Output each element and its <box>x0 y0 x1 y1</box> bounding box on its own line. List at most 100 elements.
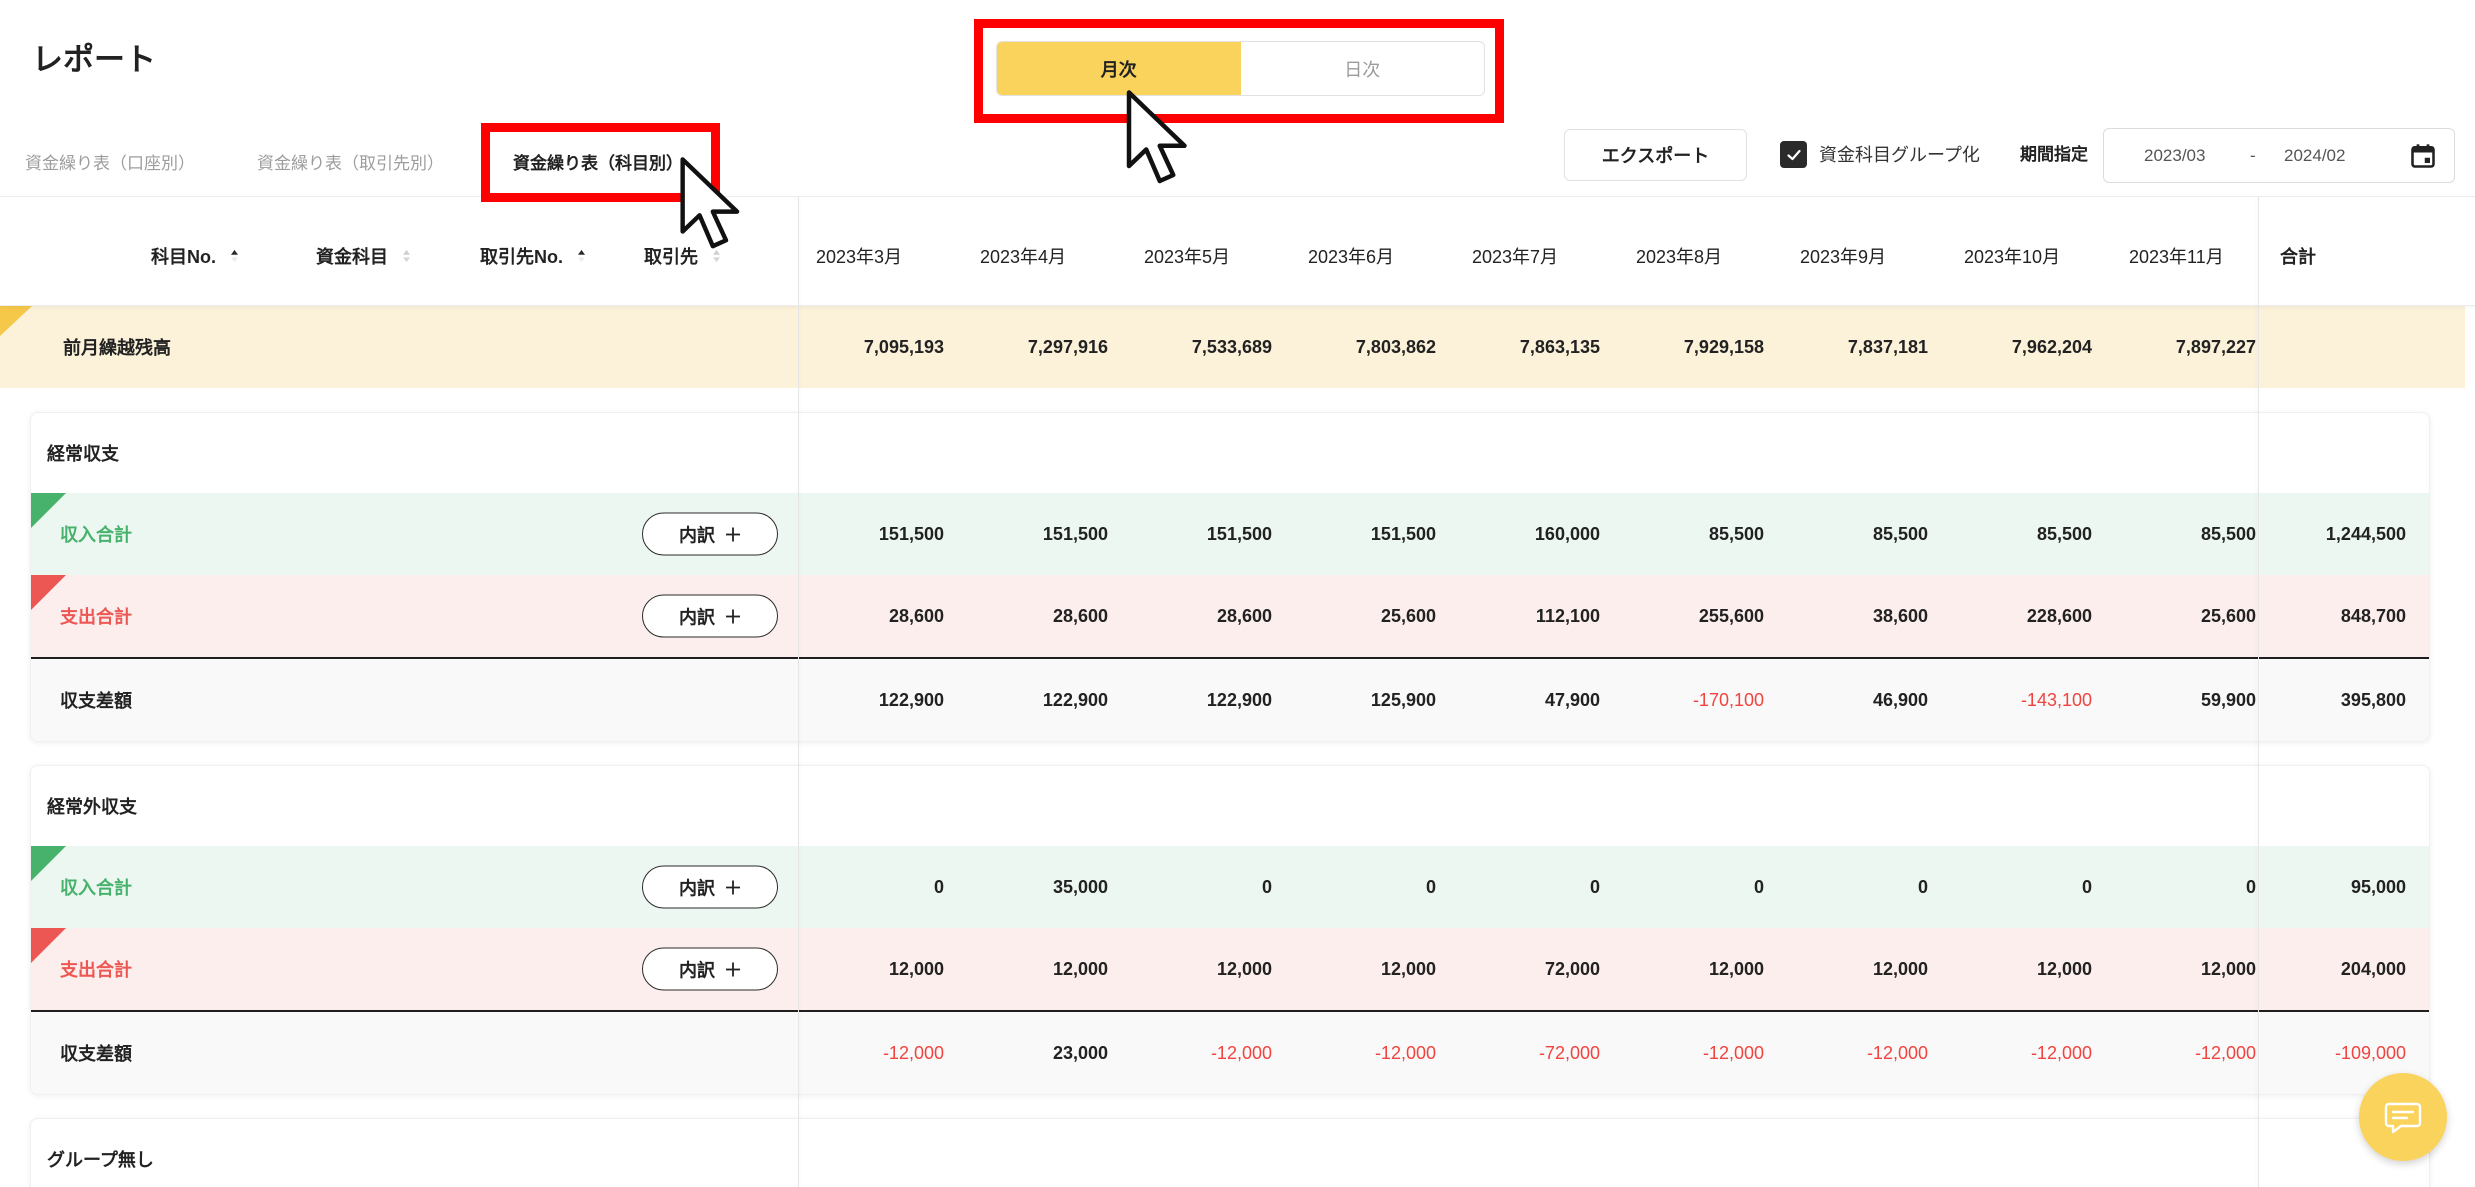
breakdown-button[interactable]: 内訳 <box>642 865 778 909</box>
group-checkbox-label[interactable]: 資金科目グループ化 <box>1819 141 1980 169</box>
net-balance-row: 収支差額 122,900 122,900 122,900 125,900 47,900 -1… <box>31 657 2429 741</box>
month-column-header: 2023年10月 <box>1964 246 2061 267</box>
row-label: 収入合計 <box>60 878 132 898</box>
row-label: 支出合計 <box>60 960 132 980</box>
table-header-row: 科目No. 資金科目 取引先No. 取引先 2023年3月 2023年4月 2023年5月 2… <box>0 197 2475 306</box>
value-cell: -12,000 <box>1374 1042 1436 1063</box>
value-cell: 122,900 <box>878 689 944 710</box>
total-cell: 1,244,500 <box>2325 523 2406 544</box>
month-column-header: 2023年7月 <box>1472 246 1559 267</box>
row-header: 収支差額 <box>31 1012 798 1094</box>
value-cell: 46,900 <box>1872 689 1928 710</box>
value-cell: 0 <box>2081 876 2092 897</box>
section-title: 経常収支 <box>47 444 119 464</box>
export-button[interactable]: エクスポート <box>1564 129 1747 181</box>
carryover-marker <box>0 306 32 336</box>
breakdown-label: 内訳 <box>679 960 715 980</box>
value-cell: 12,000 <box>1380 958 1436 979</box>
value-cell: 35,000 <box>1052 876 1108 897</box>
column-header-label: 取引先 <box>644 246 698 267</box>
column-header-subject-no[interactable]: 科目No. <box>151 243 239 269</box>
column-header-partner-no[interactable]: 取引先No. <box>480 243 586 269</box>
sort-icon[interactable] <box>230 249 239 263</box>
row-header: 収入合計 内訳 <box>31 846 798 928</box>
tab-by-account[interactable]: 資金繰り表（口座別） <box>25 150 195 178</box>
carryover-label: 前月繰越残高 <box>63 338 171 358</box>
total-cell: -109,000 <box>2334 1042 2406 1063</box>
value-cell: 7,803,862 <box>1355 336 1436 357</box>
column-header-label: 取引先No. <box>480 246 563 267</box>
column-header-label: 科目No. <box>151 246 216 267</box>
column-header-subject[interactable]: 資金科目 <box>316 243 411 269</box>
value-cell: 25,600 <box>1380 605 1436 626</box>
value-cell: 72,000 <box>1544 958 1600 979</box>
value-cell: -12,000 <box>2030 1042 2092 1063</box>
value-cell: 28,600 <box>1052 605 1108 626</box>
month-column-header: 2023年5月 <box>1144 246 1231 267</box>
value-cell: 7,863,135 <box>1519 336 1600 357</box>
calendar-icon[interactable] <box>2409 142 2437 170</box>
value-cell: 28,600 <box>888 605 944 626</box>
total-cell: 95,000 <box>2350 876 2406 897</box>
view-mode-toggle: 月次 日次 <box>996 41 1485 96</box>
toggle-monthly[interactable]: 月次 <box>997 42 1241 95</box>
sort-icon[interactable] <box>402 249 411 263</box>
value-cell: 25,600 <box>2200 605 2256 626</box>
period-separator: - <box>2250 146 2256 165</box>
value-cell: 47,900 <box>1544 689 1600 710</box>
expense-total-row: 支出合計 内訳 12,000 12,000 12,000 12,000 72,000 12,0… <box>31 928 2429 1010</box>
value-cell: 38,600 <box>1872 605 1928 626</box>
value-cell: 7,837,181 <box>1847 336 1928 357</box>
value-cell: -143,100 <box>2020 689 2092 710</box>
value-cell: 12,000 <box>1216 958 1272 979</box>
value-cell: -170,100 <box>1692 689 1764 710</box>
month-column-header: 2023年3月 <box>816 246 903 267</box>
breakdown-button[interactable]: 内訳 <box>642 947 778 991</box>
value-cell: 85,500 <box>1872 523 1928 544</box>
value-cell: -12,000 <box>1702 1042 1764 1063</box>
period-end-input[interactable]: 2024/02 <box>2284 142 2345 170</box>
chat-icon <box>2384 1102 2422 1134</box>
value-cell: -12,000 <box>882 1042 944 1063</box>
plus-icon <box>726 880 740 894</box>
value-cell: 160,000 <box>1534 523 1600 544</box>
value-cell: 7,095,193 <box>863 336 944 357</box>
value-cell: -12,000 <box>2194 1042 2256 1063</box>
period-range-input[interactable]: 2023/03 - 2024/02 <box>2103 128 2455 183</box>
row-header: 支出合計 内訳 <box>31 575 798 657</box>
mouse-pointer-icon <box>1126 90 1187 184</box>
section-card: 経常外収支 収入合計 内訳 0 35,000 0 0 0 0 0 0 0 95,000 支出合計 内訳 12,… <box>30 765 2430 1095</box>
column-header-partner[interactable]: 取引先 <box>644 243 721 269</box>
value-cell: 0 <box>1261 876 1272 897</box>
toggle-daily[interactable]: 日次 <box>1241 42 1485 95</box>
value-cell: 12,000 <box>1872 958 1928 979</box>
value-cell: -12,000 <box>1866 1042 1928 1063</box>
breakdown-button[interactable]: 内訳 <box>642 594 778 638</box>
sort-icon[interactable] <box>577 249 586 263</box>
value-cell: 12,000 <box>2036 958 2092 979</box>
value-cell: 85,500 <box>2200 523 2256 544</box>
row-header: 支出合計 内訳 <box>31 928 798 1010</box>
plus-icon <box>726 527 740 541</box>
net-balance-row: 収支差額 -12,000 23,000 -12,000 -12,000 -72,000 -1… <box>31 1010 2429 1094</box>
section-title: グループ無し <box>47 1150 154 1170</box>
breakdown-label: 内訳 <box>679 878 715 898</box>
value-cell: 125,900 <box>1370 689 1436 710</box>
chat-button[interactable] <box>2359 1073 2447 1161</box>
value-cell: 151,500 <box>1206 523 1272 544</box>
value-cell: 12,000 <box>888 958 944 979</box>
sort-icon[interactable] <box>712 249 721 263</box>
group-checkbox[interactable] <box>1780 141 1807 168</box>
period-start-input[interactable]: 2023/03 <box>2144 142 2205 170</box>
header-left-columns: 科目No. 資金科目 取引先No. 取引先 <box>0 206 798 305</box>
month-column-header: 2023年6月 <box>1308 246 1395 267</box>
value-cell: 255,600 <box>1698 605 1764 626</box>
tab-by-subject[interactable]: 資金繰り表（科目別） <box>513 150 683 178</box>
page-title: レポート <box>32 42 156 77</box>
value-cell: 151,500 <box>1042 523 1108 544</box>
tab-by-partner[interactable]: 資金繰り表（取引先別） <box>257 150 444 178</box>
value-cell: 12,000 <box>1708 958 1764 979</box>
total-column-header: 合計 <box>2280 246 2316 267</box>
breakdown-button[interactable]: 内訳 <box>642 512 778 556</box>
value-cell: 28,600 <box>1216 605 1272 626</box>
